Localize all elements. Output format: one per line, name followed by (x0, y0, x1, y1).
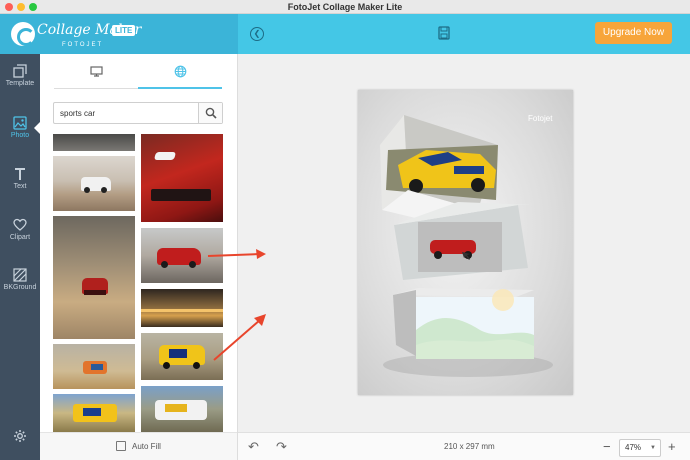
workspace: Fotojet (238, 54, 690, 432)
edition-badge: LITE (112, 25, 136, 36)
template-icon (13, 64, 27, 78)
annotation-arrows (207, 249, 266, 361)
search-box (53, 102, 223, 124)
search-button[interactable] (198, 103, 222, 123)
landscape-placeholder-shape (416, 339, 534, 359)
bottom-bar: ↶ ↷ 210 x 297 mm − 47% ▼ + (238, 432, 690, 460)
collage-canvas[interactable]: Fotojet (358, 90, 573, 395)
nav-background[interactable]: BKGround (0, 268, 40, 314)
photo-thumbnail[interactable] (53, 156, 135, 211)
window-title: FotoJet Collage Maker Lite (287, 2, 403, 12)
auto-fill-icon (116, 441, 126, 451)
undo-icon[interactable]: ↶ (248, 440, 262, 454)
photo-icon (13, 116, 27, 130)
zoom-in-button[interactable]: + (668, 439, 676, 454)
tab-local-photos[interactable] (54, 54, 138, 89)
zoom-value: 47% (625, 443, 642, 452)
upgrade-button[interactable]: Upgrade Now (595, 22, 672, 44)
auto-fill-button[interactable]: Auto Fill (40, 432, 237, 460)
back-button[interactable]: ❮ (250, 27, 264, 41)
auto-fill-label: Auto Fill (132, 442, 161, 451)
photo-thumbnail[interactable] (53, 134, 135, 151)
sun-shape (492, 289, 514, 311)
nav-text-label: Text (13, 183, 27, 190)
zoom-select[interactable]: 47% ▼ (619, 439, 661, 457)
computer-icon (90, 66, 103, 77)
photo-thumbnail[interactable] (141, 134, 223, 222)
nav-background-label: BKGround (3, 284, 37, 291)
arrow-head-icon (256, 249, 266, 259)
tab-online-photos[interactable] (138, 54, 222, 89)
settings-gear-icon[interactable] (13, 429, 27, 443)
nav-text[interactable]: Text (0, 167, 40, 213)
search-icon (205, 107, 217, 119)
left-nav: Template Photo Text Clipart BKGround (0, 54, 40, 460)
bottom-cube-side (393, 290, 416, 356)
search-input[interactable] (54, 103, 200, 123)
nav-template[interactable]: Template (0, 64, 40, 110)
chevron-down-icon: ▼ (650, 445, 656, 451)
cube-collage (380, 115, 553, 377)
top-toolbar: ❮ Upgrade Now (238, 14, 690, 54)
background-icon (13, 268, 27, 282)
brand-sub: FOTOJET (62, 42, 104, 48)
globe-icon (174, 65, 187, 78)
photo-thumbnail[interactable] (53, 344, 135, 389)
nav-template-label: Template (5, 80, 35, 87)
redo-icon[interactable]: ↷ (276, 440, 290, 454)
nav-clipart[interactable]: Clipart (0, 218, 40, 264)
photo-thumbnail[interactable] (141, 386, 223, 432)
title-bar: FotoJet Collage Maker Lite (0, 0, 690, 14)
nav-clipart-label: Clipart (9, 234, 31, 241)
zoom-out-button[interactable]: − (603, 439, 611, 454)
photo-thumbnail[interactable] (53, 216, 135, 339)
save-icon[interactable] (438, 26, 450, 40)
text-icon (15, 168, 25, 180)
page-size-label: 210 x 297 mm (444, 442, 495, 451)
heart-icon (13, 218, 27, 231)
photo-thumbnail[interactable] (53, 394, 135, 432)
brand-header: Collage Maker LITE FOTOJET (0, 14, 238, 54)
logo-icon (11, 22, 35, 46)
chevron-left-icon: ❮ (253, 29, 261, 38)
